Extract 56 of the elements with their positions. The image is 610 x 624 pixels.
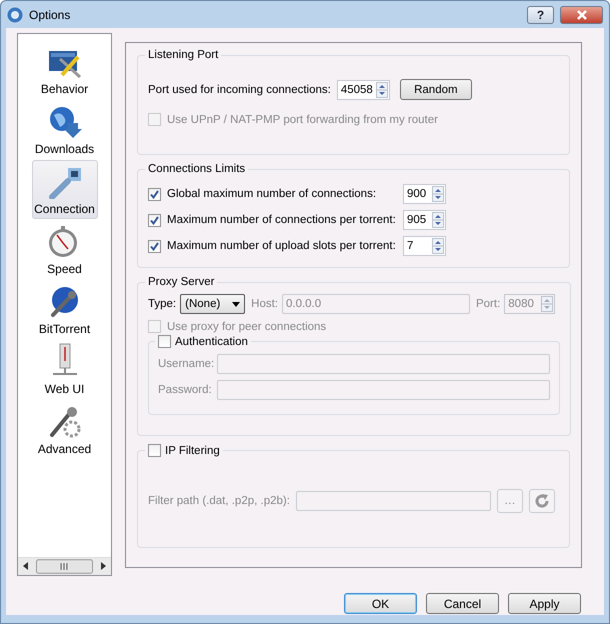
field-label: Filter path (.dat, .p2p, .p2b): bbox=[148, 495, 290, 507]
sidebar-item[interactable]: Advanced bbox=[32, 400, 98, 459]
sidebar-item[interactable]: Behavior bbox=[32, 40, 98, 99]
reload-button[interactable] bbox=[528, 489, 555, 513]
dropdown-arrow-icon bbox=[232, 302, 240, 306]
number-field[interactable]: 905 bbox=[403, 210, 446, 230]
field-label: Type: bbox=[148, 298, 176, 310]
group-title: Listening Port bbox=[147, 49, 220, 61]
dialog-button[interactable]: Cancel bbox=[426, 593, 499, 614]
group-title: Proxy Server bbox=[147, 276, 216, 288]
spinner-arrows-icon[interactable] bbox=[432, 212, 444, 228]
number-field[interactable]: 7 bbox=[403, 236, 446, 256]
network-cable-icon bbox=[48, 167, 82, 199]
checkbox[interactable] bbox=[148, 444, 161, 457]
app-logo-icon bbox=[7, 6, 23, 22]
checkbox-label: IP Filtering bbox=[165, 444, 220, 456]
group-title: Connections Limits bbox=[147, 163, 246, 175]
close-icon bbox=[576, 10, 588, 20]
globe-download-icon bbox=[48, 105, 82, 139]
window-tools-icon bbox=[48, 49, 82, 79]
checkbox-label: Global maximum number of connections: bbox=[167, 188, 378, 200]
dialog-button[interactable]: Apply bbox=[508, 593, 581, 614]
filter-path-field[interactable] bbox=[296, 491, 491, 511]
sidebar-item[interactable]: Connection bbox=[32, 160, 98, 219]
scrollbar-thumb[interactable] bbox=[36, 559, 93, 574]
checkbox-label: Maximum number of connections per torrent: bbox=[167, 214, 397, 226]
checkbox-label: Authentication bbox=[175, 336, 248, 348]
dialog-button[interactable]: OK bbox=[344, 593, 417, 614]
help-button[interactable]: ? bbox=[527, 6, 554, 24]
sidebar-item[interactable]: Downloads bbox=[32, 100, 98, 159]
field-label: Password: bbox=[158, 384, 211, 396]
sidebar-item[interactable]: Speed bbox=[32, 220, 98, 279]
field-label: Port used for incoming connections: bbox=[148, 84, 331, 96]
field-label: Host: bbox=[251, 298, 278, 310]
reload-icon bbox=[534, 493, 550, 509]
sidebar-item[interactable]: BitTorrent bbox=[32, 280, 98, 339]
checkbox-label: Use UPnP / NAT-PMP port forwarding from my router bbox=[167, 114, 438, 126]
spinner-arrows-icon[interactable] bbox=[432, 186, 444, 202]
checkbox[interactable] bbox=[148, 240, 161, 252]
field-label: Port: bbox=[476, 298, 500, 310]
checkbox-label: Maximum number of upload slots per torrent: bbox=[167, 240, 397, 252]
number-field[interactable]: 900 bbox=[403, 184, 446, 204]
number-field[interactable]: 45058 bbox=[336, 80, 390, 100]
wrench-gear-icon bbox=[48, 405, 82, 439]
close-button[interactable] bbox=[560, 6, 603, 24]
spinner-arrows-icon[interactable] bbox=[432, 238, 444, 254]
spinner-arrows-icon[interactable] bbox=[376, 82, 388, 98]
input-field[interactable] bbox=[217, 380, 550, 400]
input-field[interactable] bbox=[217, 354, 550, 374]
window-title: Options bbox=[29, 8, 72, 22]
field-label: Username: bbox=[158, 358, 211, 370]
checkbox-label: Use proxy for peer connections bbox=[167, 320, 326, 332]
checkbox[interactable] bbox=[148, 214, 161, 226]
checkbox[interactable] bbox=[148, 188, 161, 200]
sidebar-item[interactable]: Web UI bbox=[32, 340, 98, 399]
random-button[interactable]: Random bbox=[400, 79, 472, 100]
